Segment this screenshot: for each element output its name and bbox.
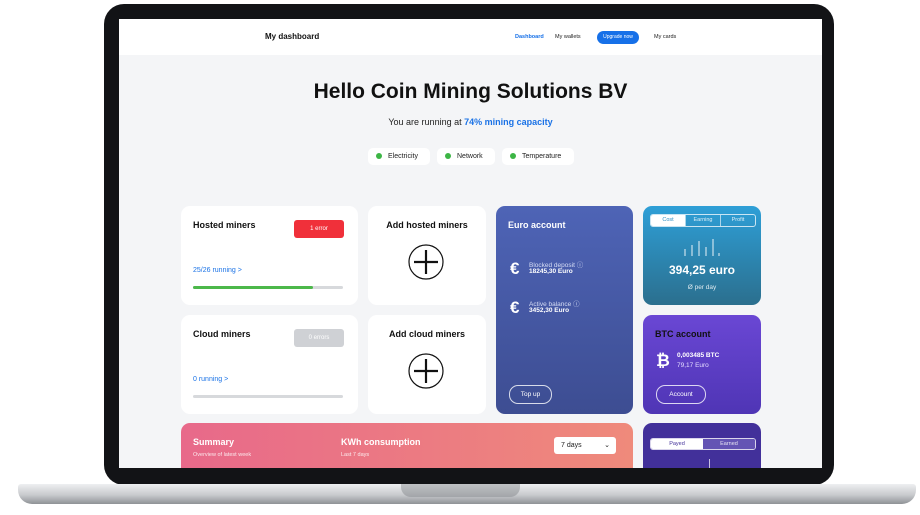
tab-profit[interactable]: Profit bbox=[720, 215, 755, 226]
cloud-running-link[interactable]: 0 running > bbox=[193, 376, 228, 383]
euro-icon: € bbox=[510, 259, 520, 278]
tab-earned[interactable]: Earned bbox=[703, 439, 755, 449]
plus-circle-icon[interactable] bbox=[408, 244, 444, 280]
error-badge[interactable]: 1 error bbox=[294, 220, 344, 238]
btc-value: 0,003485 BTC bbox=[677, 352, 720, 359]
add-hosted-title: Add hosted miners bbox=[386, 220, 468, 230]
laptop-notch bbox=[401, 484, 520, 497]
hosted-progress-fill bbox=[193, 286, 313, 289]
greeting-title: Hello Coin Mining Solutions BV bbox=[313, 80, 628, 103]
capacity-prefix: You are running at bbox=[388, 117, 465, 127]
euro-account-title: Euro account bbox=[508, 220, 566, 230]
btc-euro-value: 79,17 Euro bbox=[677, 362, 709, 369]
chevron-down-icon: ⌄ bbox=[604, 442, 610, 449]
btc-account-card: BTC account ₿ 0,003485 BTC 79,17 Euro Ac… bbox=[643, 315, 761, 414]
euro-account-card: Euro account € Blocked deposit ⓘ 18245,3… bbox=[496, 206, 633, 414]
btc-account-title: BTC account bbox=[655, 329, 711, 339]
hosted-progress-track bbox=[193, 286, 343, 289]
bitcoin-icon: ₿ bbox=[656, 351, 670, 370]
chart-line bbox=[709, 459, 710, 468]
tab-cost[interactable]: Cost bbox=[651, 215, 685, 226]
summary-title: Summary bbox=[193, 437, 235, 447]
capacity-line: You are running at 74% mining capacity bbox=[119, 117, 822, 127]
kwh-subtitle: Last 7 days bbox=[341, 452, 370, 458]
mini-bar-chart-icon bbox=[684, 239, 720, 256]
cloud-miners-title: Cloud miners bbox=[193, 329, 251, 339]
status-label: Temperature bbox=[522, 153, 562, 160]
status-network: Network bbox=[437, 148, 495, 165]
nav-my-wallets[interactable]: My wallets bbox=[555, 34, 581, 40]
tab-payed[interactable]: Payed bbox=[651, 439, 703, 449]
kwh-title: KWh consumption bbox=[341, 437, 421, 447]
active-balance-value: 3452,30 Euro bbox=[529, 307, 570, 314]
summary-card: Summary Overview of latest week KWh cons… bbox=[181, 423, 633, 468]
status-temperature: Temperature bbox=[502, 148, 574, 165]
euro-icon: € bbox=[510, 298, 520, 317]
ok-dot-icon bbox=[376, 153, 382, 159]
cloud-miners-card[interactable]: Cloud miners 0 errors 0 running > bbox=[181, 315, 358, 414]
ok-dot-icon bbox=[510, 153, 516, 159]
range-select-value: 7 days bbox=[561, 442, 582, 449]
ok-dot-icon bbox=[445, 153, 451, 159]
nav-my-cards[interactable]: My cards bbox=[654, 34, 676, 40]
upgrade-button[interactable]: Upgrade now bbox=[597, 31, 639, 44]
add-cloud-title: Add cloud miners bbox=[388, 329, 465, 339]
capacity-value: 74% mining capacity bbox=[464, 117, 553, 127]
nav-dashboard[interactable]: Dashboard bbox=[515, 34, 544, 40]
cost-earning-profit-tabs: Cost Earning Profit bbox=[650, 214, 756, 227]
profit-card: Cost Earning Profit 394,25 euro Ø per da… bbox=[643, 206, 761, 305]
payed-earned-card: Payed Earned bbox=[643, 423, 761, 468]
summary-subtitle: Overview of latest week bbox=[193, 452, 252, 458]
cloud-progress-track bbox=[193, 395, 343, 398]
account-button[interactable]: Account bbox=[656, 385, 706, 404]
profit-value: 394,25 euro bbox=[668, 263, 736, 277]
add-cloud-miners-card[interactable]: Add cloud miners bbox=[368, 315, 486, 414]
profit-per-day: Ø per day bbox=[687, 284, 717, 291]
brand-title: My dashboard bbox=[265, 32, 320, 41]
hosted-running-link[interactable]: 25/26 running > bbox=[193, 267, 242, 274]
status-label: Electricity bbox=[388, 153, 418, 160]
tab-earning[interactable]: Earning bbox=[685, 215, 720, 226]
hosted-miners-title: Hosted miners bbox=[193, 220, 256, 230]
range-select[interactable]: 7 days ⌄ bbox=[554, 437, 616, 454]
errors-badge[interactable]: 0 errors bbox=[294, 329, 344, 347]
status-label: Network bbox=[457, 153, 483, 160]
status-electricity: Electricity bbox=[368, 148, 430, 165]
dashboard-screen: My dashboard Dashboard My wallets Upgrad… bbox=[119, 19, 822, 468]
plus-circle-icon[interactable] bbox=[408, 353, 444, 389]
top-up-button[interactable]: Top up bbox=[509, 385, 552, 404]
payed-earned-tabs: Payed Earned bbox=[650, 438, 756, 450]
hosted-miners-card[interactable]: Hosted miners 1 error 25/26 running > bbox=[181, 206, 358, 305]
add-hosted-miners-card[interactable]: Add hosted miners bbox=[368, 206, 486, 305]
top-nav: My dashboard Dashboard My wallets Upgrad… bbox=[119, 19, 822, 55]
blocked-deposit-value: 18245,30 Euro bbox=[529, 268, 573, 275]
